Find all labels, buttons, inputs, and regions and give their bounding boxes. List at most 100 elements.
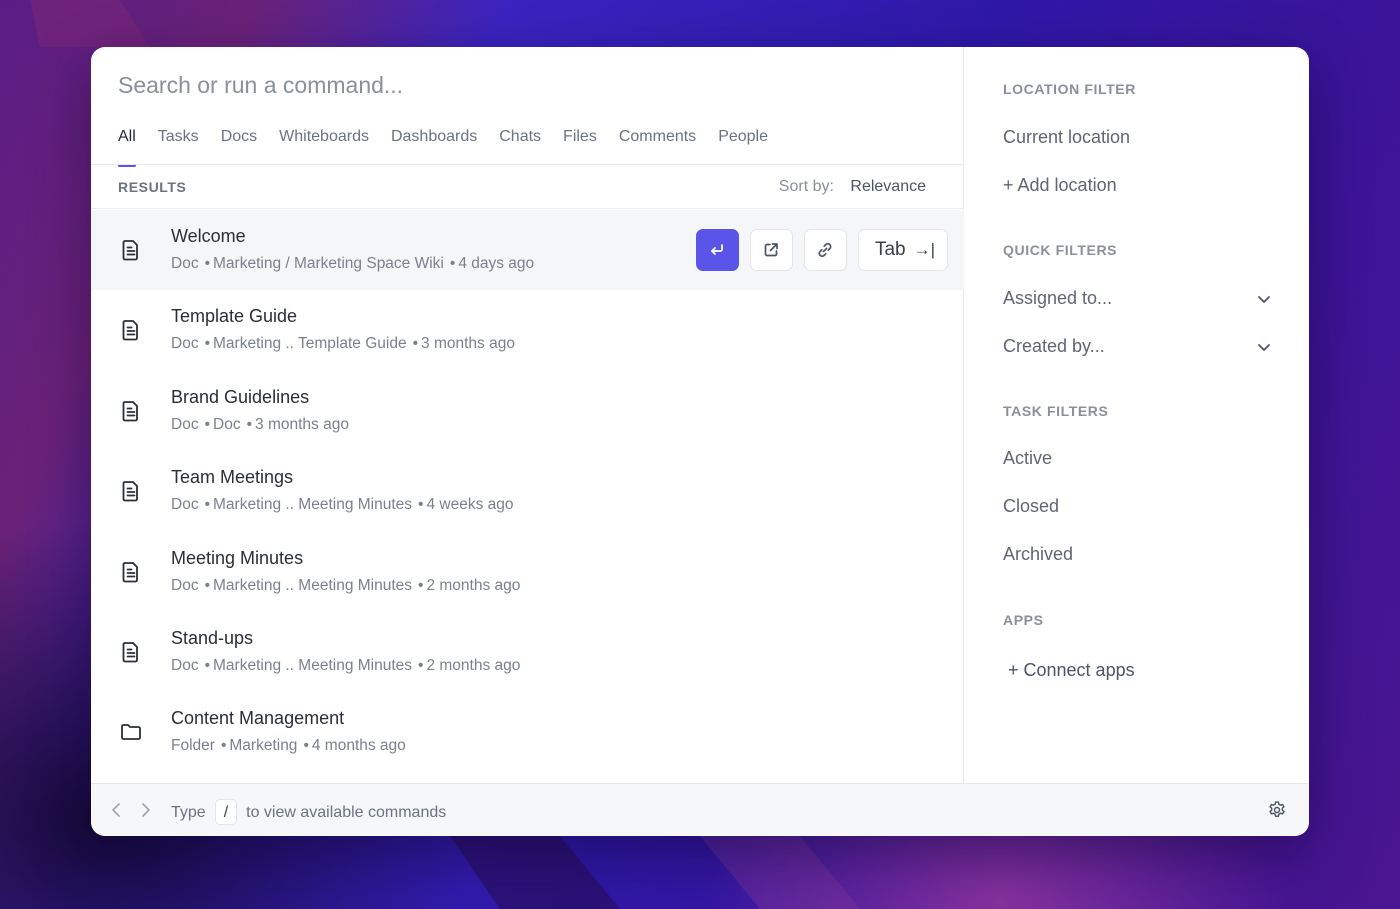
apps-title: APPS xyxy=(1003,612,1044,628)
result-row[interactable]: Meeting Minutes Doc • Marketing .. Meeting… xyxy=(91,532,964,612)
copy-link-button[interactable] xyxy=(803,229,847,271)
result-title: Meeting Minutes xyxy=(171,547,304,568)
task-filters-title: TASK FILTERS xyxy=(1003,403,1109,419)
tab-label: Tab xyxy=(874,239,906,260)
tab-key-button[interactable]: Tab →| xyxy=(857,229,948,271)
result-location: Doc xyxy=(213,415,241,433)
result-type: Doc xyxy=(171,576,199,594)
result-row[interactable]: Stand-ups Doc • Marketing .. Meeting Minut… xyxy=(91,612,964,692)
meta-separator: • xyxy=(204,576,211,594)
result-row[interactable]: Content Management Folder • Marketing • 4 mo… xyxy=(91,692,964,772)
meta-separator: • xyxy=(246,415,253,433)
meta-separator: • xyxy=(204,496,211,514)
meta-separator: • xyxy=(412,335,419,353)
hint-suffix: to view available commands xyxy=(246,804,447,821)
result-title: Template Guide xyxy=(171,306,298,327)
footer-bar: Type / to view available commands xyxy=(91,783,1309,836)
result-time: 2 months ago xyxy=(426,656,521,674)
slash-key: / xyxy=(214,799,238,825)
result-meta: Folder • Marketing • 4 months ago xyxy=(171,737,406,755)
meta-separator: • xyxy=(449,255,456,272)
meta-separator: • xyxy=(220,737,227,755)
result-row[interactable]: Template Guide Doc • Marketing .. Template… xyxy=(91,290,964,370)
tab-all[interactable]: All xyxy=(118,125,136,167)
result-type: Doc xyxy=(171,415,199,433)
hint-prefix: Type xyxy=(171,804,206,821)
result-row[interactable]: Team Meetings Doc • Marketing .. Meeting M… xyxy=(91,451,964,531)
sort-control[interactable]: Sort by: Relevance xyxy=(779,178,926,196)
result-time: 3 months ago xyxy=(421,335,515,353)
result-type: Doc xyxy=(171,496,199,514)
command-palette: All Tasks Docs Whiteboards Dashboards Ch… xyxy=(91,47,1309,836)
results-label: RESULTS xyxy=(118,179,187,195)
enter-icon xyxy=(711,244,724,255)
chevron-left-icon[interactable] xyxy=(109,801,123,819)
open-new-tab-button[interactable] xyxy=(749,229,793,271)
folder-icon xyxy=(119,720,143,744)
result-type: Doc xyxy=(171,255,199,272)
document-icon xyxy=(119,479,143,503)
search-input[interactable] xyxy=(118,69,918,101)
document-icon xyxy=(119,560,143,584)
meta-separator: • xyxy=(303,737,309,755)
result-location: Marketing .. Meeting Minutes xyxy=(213,496,413,514)
result-location: Marketing .. Meeting Minutes xyxy=(213,656,413,674)
result-meta: Doc • Marketing .. Template Guide • 3 months… xyxy=(171,335,515,353)
result-meta: Doc • Marketing .. Meeting Minutes • 4 weeks… xyxy=(171,496,514,514)
result-title: Welcome xyxy=(171,226,246,246)
tab-tasks[interactable]: Tasks xyxy=(158,125,199,165)
tab-people[interactable]: People xyxy=(718,125,768,165)
result-time: 2 months ago xyxy=(426,576,521,594)
filters-panel: LOCATION FILTER Current location + Add l… xyxy=(965,47,1309,783)
tab-chats[interactable]: Chats xyxy=(499,125,541,165)
meta-separator: • xyxy=(204,335,211,353)
result-meta: Doc • Marketing .. Meeting Minutes • 2 month… xyxy=(171,657,520,675)
command-hint: Type / to view available commands xyxy=(171,799,447,826)
result-row[interactable]: Brand Guidelines Doc • Doc • 3 months ago xyxy=(91,371,964,451)
meta-separator: • xyxy=(418,496,424,514)
add-location-button[interactable]: + Add location xyxy=(1003,175,1117,196)
tab-docs[interactable]: Docs xyxy=(221,125,257,165)
document-icon xyxy=(119,238,143,262)
open-result-button[interactable] xyxy=(695,229,739,271)
tab-files[interactable]: Files xyxy=(563,125,597,165)
sort-value[interactable]: Relevance xyxy=(850,178,926,195)
link-icon xyxy=(818,242,832,258)
result-time: 3 months ago xyxy=(255,415,349,433)
chevron-down-icon xyxy=(1258,344,1270,351)
gear-icon[interactable] xyxy=(1267,800,1287,820)
meta-separator: • xyxy=(418,576,424,594)
created-by-dropdown[interactable]: Created by... xyxy=(1003,336,1271,357)
document-icon xyxy=(119,318,143,342)
results-header: RESULTS Sort by: Relevance xyxy=(91,165,964,209)
result-location: Marketing .. Template Guide xyxy=(213,335,407,353)
tab-key-icon: →| xyxy=(913,240,935,259)
assigned-to-label: Assigned to... xyxy=(1003,288,1113,308)
tab-whiteboards[interactable]: Whiteboards xyxy=(279,125,369,165)
tab-comments[interactable]: Comments xyxy=(619,125,696,165)
result-title: Stand-ups xyxy=(171,627,254,648)
result-meta: Doc • Doc • 3 months ago xyxy=(171,416,349,434)
results-panel: All Tasks Docs Whiteboards Dashboards Ch… xyxy=(91,47,964,783)
category-tabs: All Tasks Docs Whiteboards Dashboards Ch… xyxy=(118,125,790,167)
task-filter-active[interactable]: Active xyxy=(1003,448,1052,469)
result-time: 4 weeks ago xyxy=(426,496,514,514)
task-filter-closed[interactable]: Closed xyxy=(1003,496,1059,517)
result-row[interactable]: Welcome Doc • Marketing / Marketing Space … xyxy=(91,210,964,291)
result-title: Brand Guidelines xyxy=(171,386,310,407)
chevron-right-icon[interactable] xyxy=(139,801,153,819)
row-actions: Tab →| xyxy=(695,229,948,271)
current-location-filter[interactable]: Current location xyxy=(1003,127,1130,148)
task-filter-archived[interactable]: Archived xyxy=(1003,544,1073,565)
result-location: Marketing xyxy=(229,737,298,755)
result-time: 4 days ago xyxy=(458,255,535,272)
result-location: Marketing / Marketing Space Wiki xyxy=(213,255,444,272)
result-type: Doc xyxy=(171,656,199,674)
connect-apps-button[interactable]: + Connect apps xyxy=(1008,660,1135,681)
assigned-to-dropdown[interactable]: Assigned to... xyxy=(1003,288,1271,309)
result-location: Marketing .. Meeting Minutes xyxy=(213,576,413,594)
result-type: Doc xyxy=(171,335,199,353)
result-meta: Doc • Marketing .. Meeting Minutes • 2 month… xyxy=(171,577,520,595)
tab-dashboards[interactable]: Dashboards xyxy=(391,125,477,165)
meta-separator: • xyxy=(204,415,211,433)
